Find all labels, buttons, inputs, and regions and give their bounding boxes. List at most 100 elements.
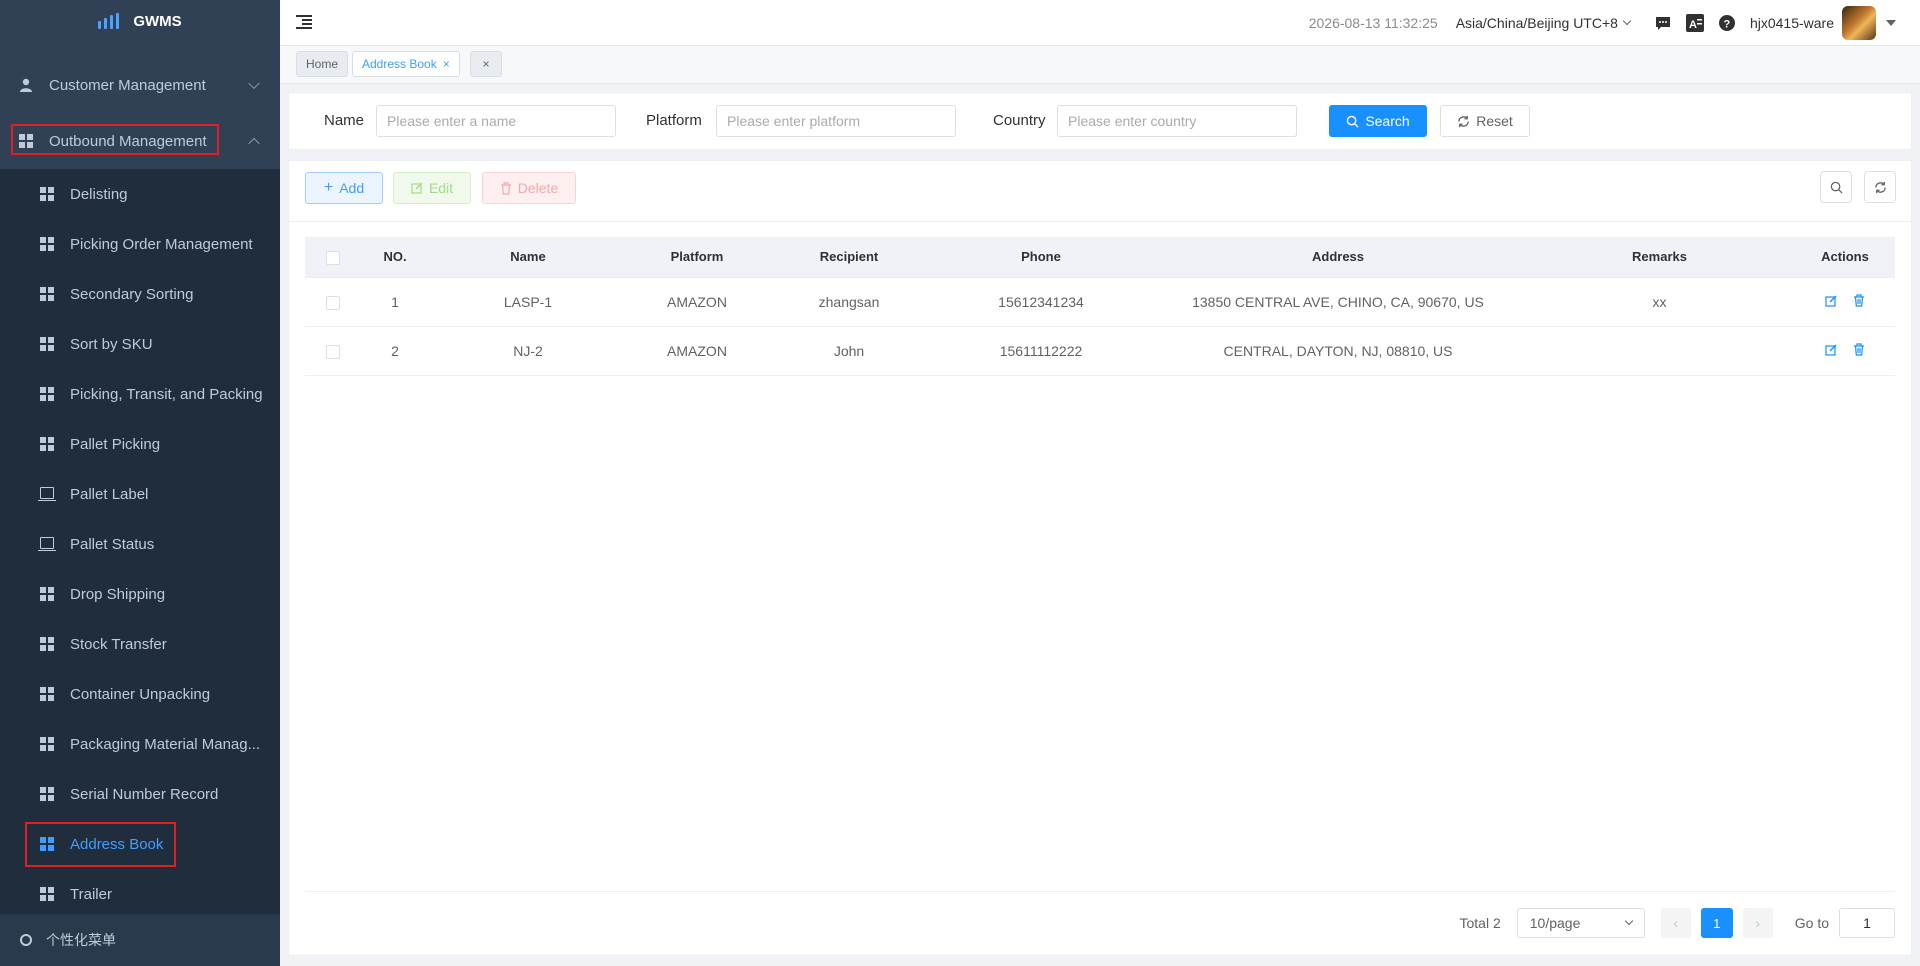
sidebar-item-label: Packaging Material Manag...: [70, 735, 261, 753]
refresh-button[interactable]: [1864, 171, 1896, 203]
sidebar-item-serial-number-record[interactable]: Serial Number Record: [0, 769, 280, 819]
gear-icon: [20, 934, 32, 946]
app-logo[interactable]: GWMS: [0, 0, 280, 42]
cell-recipient: John: [768, 326, 930, 376]
cell-name: NJ-2: [430, 326, 626, 376]
next-page-button[interactable]: ›: [1742, 908, 1773, 938]
divider: [305, 891, 1895, 892]
sidebar-item-pallet-label[interactable]: Pallet Label: [0, 469, 280, 519]
grid-icon: [40, 437, 54, 451]
chevron-up-icon: [248, 137, 260, 150]
current-datetime: 2026-08-13 11:32:25: [1308, 15, 1438, 31]
name-input[interactable]: [376, 105, 616, 137]
toggle-search-button[interactable]: [1820, 171, 1852, 203]
address-table: NO. Name Platform Recipient Phone Addres…: [305, 237, 1895, 376]
user-icon: [18, 77, 34, 93]
page-size-value: 10/page: [1529, 915, 1581, 931]
tag-address-book[interactable]: Address Book ×: [352, 51, 460, 77]
cell-platform: AMAZON: [626, 326, 768, 376]
country-input[interactable]: [1057, 105, 1297, 137]
translate-icon[interactable]: A: [1685, 14, 1704, 32]
close-icon: ×: [482, 57, 490, 71]
select-all-cell: [305, 237, 360, 278]
grid-icon: [40, 187, 54, 201]
tag-label: Address Book: [362, 57, 437, 71]
grid-icon: [40, 387, 54, 401]
message-icon[interactable]: [1654, 14, 1672, 32]
column-header: Name: [430, 237, 626, 278]
sidebar-item-label: Sort by SKU: [70, 335, 153, 353]
menu-label: Customer Management: [49, 76, 206, 94]
username[interactable]: hjx0415-ware: [1750, 15, 1834, 31]
edit-icon[interactable]: [1825, 295, 1837, 307]
help-icon[interactable]: ?: [1718, 14, 1736, 32]
search-button[interactable]: Search: [1329, 105, 1427, 137]
menu-toggle-icon[interactable]: [296, 15, 312, 29]
sidebar-item-sort-by-sku[interactable]: Sort by SKU: [0, 319, 280, 369]
row-checkbox[interactable]: [325, 295, 340, 310]
reset-label: Reset: [1476, 113, 1513, 129]
divider: [289, 221, 1911, 222]
grid-icon: [40, 237, 54, 251]
add-button[interactable]: + Add: [305, 172, 383, 204]
sidebar-item-label: Container Unpacking: [70, 685, 211, 703]
tag-home[interactable]: Home: [296, 51, 349, 77]
platform-input[interactable]: [716, 105, 956, 137]
row-checkbox[interactable]: [325, 344, 340, 359]
sidebar-item-label: Delisting: [70, 185, 128, 203]
sidebar-item-label: Drop Shipping: [70, 585, 166, 603]
caret-down-icon[interactable]: [1886, 20, 1896, 26]
sidebar-item-picking-order-management[interactable]: Picking Order Management: [0, 219, 280, 269]
edit-icon[interactable]: [1825, 344, 1837, 356]
trash-icon[interactable]: [1853, 294, 1865, 307]
edit-button[interactable]: Edit: [393, 172, 471, 204]
grid-icon: [40, 637, 54, 651]
grid-icon: [40, 737, 54, 751]
column-header: Platform: [626, 237, 768, 278]
sidebar-item-secondary-sorting[interactable]: Secondary Sorting: [0, 269, 280, 319]
sidebar-item-packaging-material[interactable]: Packaging Material Manag...: [0, 719, 280, 769]
sidebar-item-label: Secondary Sorting: [70, 285, 194, 303]
goto-label: Go to: [1794, 915, 1829, 931]
search-icon: [1347, 115, 1359, 128]
row-select-cell: [305, 277, 360, 327]
sidebar-item-pallet-status[interactable]: Pallet Status: [0, 519, 280, 569]
table-header-row: NO. Name Platform Recipient Phone Addres…: [305, 237, 1895, 278]
delete-button[interactable]: Delete: [482, 172, 576, 204]
menu-customer-management[interactable]: Customer Management: [0, 57, 280, 113]
sidebar-item-label: Pallet Status: [70, 535, 155, 553]
sidebar-item-container-unpacking[interactable]: Container Unpacking: [0, 669, 280, 719]
cell-platform: AMAZON: [626, 277, 768, 327]
table-row[interactable]: 2 NJ-2 AMAZON John 15611112222 CENTRAL, …: [305, 326, 1895, 376]
sidebar-item-trailer[interactable]: Trailer: [0, 869, 280, 919]
sidebar-item-pallet-picking[interactable]: Pallet Picking: [0, 419, 280, 469]
table-row[interactable]: 1 LASP-1 AMAZON zhangsan 15612341234 138…: [305, 277, 1895, 327]
select-all-checkbox[interactable]: [325, 250, 340, 265]
address-table-card: + Add Edit Delete NO. Name Platform Reci…: [288, 160, 1912, 956]
cell-actions: [1795, 277, 1895, 327]
row-select-cell: [305, 326, 360, 376]
column-header: Phone: [930, 237, 1152, 278]
svg-text:?: ?: [1723, 19, 1730, 31]
close-all-tags-button[interactable]: ×: [470, 51, 502, 77]
sidebar-item-delisting[interactable]: Delisting: [0, 169, 280, 219]
prev-page-button[interactable]: ‹: [1660, 908, 1691, 938]
sidebar: GWMS Customer Management Outbound Manage…: [0, 0, 280, 966]
sidebar-item-stock-transfer[interactable]: Stock Transfer: [0, 619, 280, 669]
cell-name: LASP-1: [430, 277, 626, 327]
trash-icon[interactable]: [1853, 343, 1865, 356]
sidebar-item-picking-transit-packing[interactable]: Picking, Transit, and Packing: [0, 369, 280, 419]
reset-button[interactable]: Reset: [1440, 105, 1530, 137]
delete-label: Delete: [517, 180, 559, 196]
page-size-select[interactable]: 10/page: [1516, 908, 1645, 938]
pallet-icon: [38, 487, 56, 501]
sidebar-item-drop-shipping[interactable]: Drop Shipping: [0, 569, 280, 619]
avatar[interactable]: [1842, 6, 1876, 40]
page-number-current[interactable]: 1: [1700, 908, 1733, 938]
goto-page-input[interactable]: 1: [1839, 908, 1895, 938]
timezone-select[interactable]: Asia/China/Beijing UTC+8: [1456, 15, 1632, 31]
grid-icon: [40, 287, 54, 301]
close-icon[interactable]: ×: [443, 57, 450, 71]
personalized-menu[interactable]: 个性化菜单: [0, 914, 280, 966]
refresh-icon: [1458, 115, 1469, 127]
